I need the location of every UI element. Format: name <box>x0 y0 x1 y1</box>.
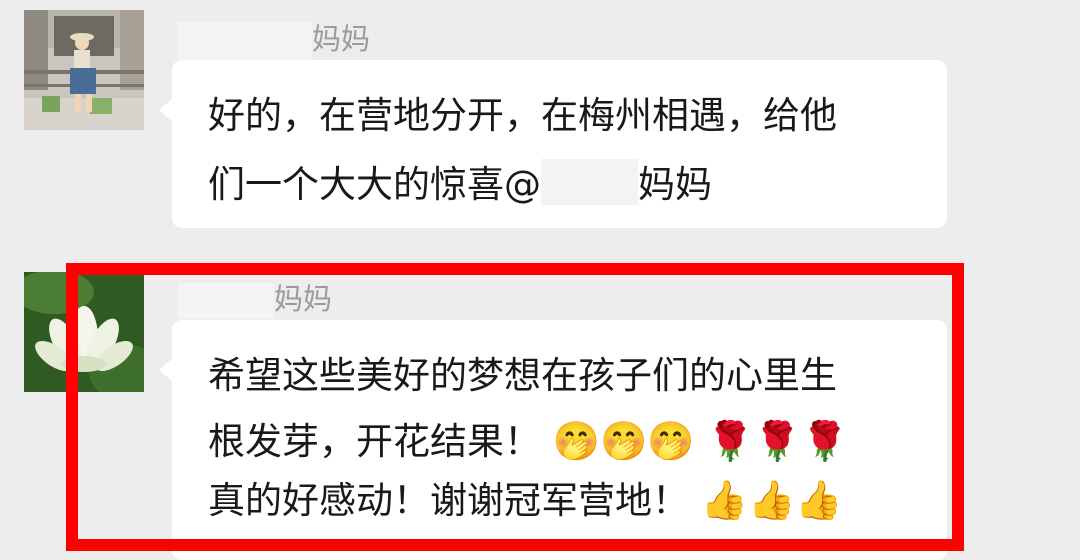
avatar-girl-photo[interactable] <box>24 10 144 130</box>
message-text-segment: 们一个大大的惊喜@ <box>208 163 541 206</box>
avatar-lotus-image <box>24 272 144 392</box>
message-bubble-2[interactable]: 希望这些美好的梦想在孩子们的心里生 根发芽，开花结果！ 🤭🤭🤭 🌹🌹🌹 真的好感… <box>159 320 947 560</box>
sender-name-1: 妈妈 <box>178 16 370 60</box>
message-text-segment: 真的好感动！谢谢冠军营地！ <box>208 479 689 522</box>
sender-name-suffix: 妈妈 <box>312 22 371 56</box>
blushing-face-emoji-icon: 🤭 <box>600 419 648 463</box>
message-text-line: 们一个大大的惊喜@ 妈妈 <box>208 159 712 207</box>
blushing-face-emoji-icon: 🤭 <box>647 419 695 463</box>
message-text-segment: 妈妈 <box>638 163 712 206</box>
thumbs-up-emoji-icon: 👍 <box>795 478 843 522</box>
message-text-segment: 根发芽，开花结果！ <box>208 420 541 463</box>
sender-name-2: 妈妈 <box>178 276 332 319</box>
rose-emoji-icon: 🌹 <box>753 419 802 463</box>
message-text-line: 根发芽，开花结果！ 🤭🤭🤭 🌹🌹🌹 <box>208 419 849 464</box>
message-bubble-1[interactable]: 好的，在营地分开，在梅州相遇，给他 们一个大大的惊喜@ 妈妈 <box>159 60 947 228</box>
avatar-lotus-flower[interactable] <box>24 272 144 392</box>
message-text-line: 好的，在营地分开，在梅州相遇，给他 <box>208 94 837 137</box>
rose-emoji-icon: 🌹 <box>801 419 849 463</box>
thumbs-up-emoji-icon: 👍 <box>700 478 749 522</box>
avatar-photo-image <box>24 10 144 130</box>
message-text-line: 希望这些美好的梦想在孩子们的心里生 <box>208 354 837 397</box>
blushing-face-emoji-icon: 🤭 <box>552 419 601 463</box>
message-text-line: 真的好感动！谢谢冠军营地！ 👍👍👍 <box>208 478 843 523</box>
thumbs-up-emoji-icon: 👍 <box>748 478 796 522</box>
redacted-mention-mask <box>541 159 638 205</box>
rose-emoji-icon: 🌹 <box>706 419 754 463</box>
redacted-name-mask <box>178 283 274 319</box>
redacted-name-mask <box>178 22 312 60</box>
sender-name-suffix: 妈妈 <box>274 282 333 316</box>
